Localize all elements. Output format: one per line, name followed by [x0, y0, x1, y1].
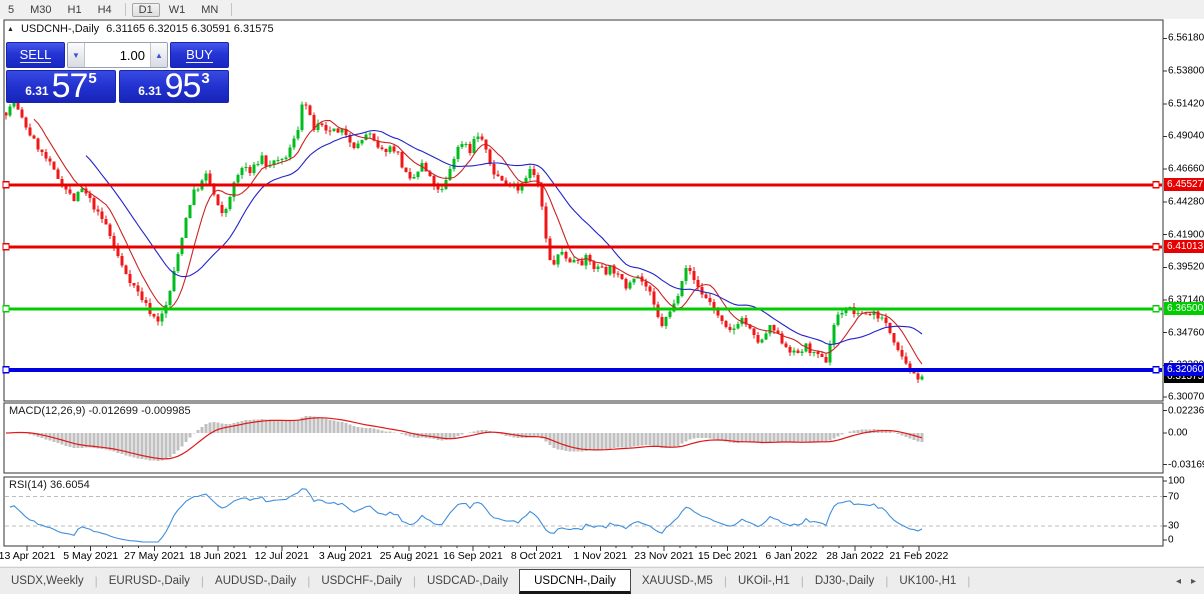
date-tick-label: 16 Sep 2021	[443, 550, 503, 562]
ask-price-box[interactable]: 6.31 95 3	[119, 67, 229, 105]
price-line-badge: 6.32060	[1164, 363, 1204, 377]
bid-price-prefix: 6.31	[25, 84, 49, 98]
price-tick-label: 6.49040	[1168, 130, 1204, 142]
date-tick-label: 25 Aug 2021	[379, 550, 439, 562]
tab-usdx-weekly[interactable]: USDX,Weekly	[0, 568, 95, 594]
date-tick-label: 13 Apr 2021	[0, 550, 56, 562]
timeframe-d1[interactable]: D1	[131, 2, 160, 17]
tab-uk100-h1[interactable]: UK100-,H1	[888, 568, 967, 594]
price-tick-label: 6.41900	[1168, 229, 1204, 241]
date-tick-label: 23 Nov 2021	[634, 550, 694, 562]
tabs-scroll-left-icon[interactable]: ◂	[1176, 576, 1181, 587]
price-tick-label: 6.30070	[1168, 391, 1204, 403]
price-tick-label: 6.56180	[1168, 32, 1204, 44]
tab-xauusd-m5[interactable]: XAUUSD-,M5	[631, 568, 724, 594]
tab-audusd-daily[interactable]: AUDUSD-,Daily	[204, 568, 307, 594]
tab-ukoil-h1[interactable]: UKOil-,H1	[727, 568, 801, 594]
price-line-badge: 6.36500	[1164, 302, 1204, 316]
price-tick-label: 6.44280	[1168, 196, 1204, 208]
rsi-tick-label: 100	[1168, 475, 1185, 487]
price-line-badge: 6.41013	[1164, 240, 1204, 254]
bid-price-box[interactable]: 6.31 57 5	[6, 67, 116, 105]
price-line-badge: 6.45527	[1164, 178, 1204, 192]
timeframe-w1[interactable]: W1	[162, 3, 193, 17]
ask-price-main: 95	[164, 67, 202, 105]
tab-navigation: ◂ ▸	[1176, 568, 1204, 594]
price-tick-label: 6.34760	[1168, 327, 1204, 339]
tab-eurusd-daily[interactable]: EURUSD-,Daily	[98, 568, 201, 594]
date-tick-label: 8 Oct 2021	[510, 550, 563, 562]
collapse-trade-panel-icon[interactable]: ▲	[7, 26, 14, 33]
symbol-tab-bar: USDX,Weekly | EURUSD-,Daily | AUDUSD-,Daily |…	[0, 567, 1204, 594]
date-tick-label: 15 Dec 2021	[697, 550, 758, 562]
rsi-tick-label: 30	[1168, 520, 1180, 532]
timeframe-h4[interactable]: H4	[91, 3, 119, 17]
rsi-pane[interactable]	[3, 476, 1164, 547]
macd-tick-label: -0.03169	[1168, 459, 1204, 471]
tab-separator: |	[967, 574, 971, 588]
date-tick-label: 18 Jun 2021	[189, 550, 247, 562]
timeframe-toolbar[interactable]: 5 M30 H1 H4 D1 W1 MN	[0, 0, 1204, 20]
price-tick-label: 6.51420	[1168, 98, 1204, 110]
date-tick-label: 5 May 2021	[63, 550, 119, 562]
sell-button[interactable]: SELL	[6, 42, 65, 68]
price-tick-label: 6.39520	[1168, 261, 1204, 273]
macd-tick-label: 0.02236	[1168, 405, 1204, 417]
volume-increase-icon[interactable]: ▲	[150, 43, 167, 67]
timeframe-5[interactable]: 5	[1, 3, 21, 17]
toolbar-separator	[124, 3, 126, 16]
one-click-trade-panel: SELL ▼ 1.00 ▲ BUY 6.31 57 5 6.31 95 3	[6, 42, 229, 103]
date-tick-label: 3 Aug 2021	[318, 550, 373, 562]
timeframe-mn[interactable]: MN	[194, 3, 225, 17]
tab-usdcad-daily[interactable]: USDCAD-,Daily	[416, 568, 519, 594]
ask-price-pip: 3	[201, 70, 210, 87]
tab-usdcnh-daily[interactable]: USDCNH-,Daily	[519, 569, 631, 594]
macd-indicator-label: MACD(12,26,9) -0.012699 -0.009985	[9, 405, 191, 417]
chart-ohlc-values: 6.31165 6.32015 6.30591 6.31575	[106, 23, 274, 35]
volume-stepper[interactable]: ▼ 1.00 ▲	[67, 42, 168, 68]
volume-input[interactable]: 1.00	[85, 43, 150, 67]
date-tick-label: 1 Nov 2021	[573, 550, 628, 562]
ask-price-prefix: 6.31	[138, 84, 162, 98]
timeframe-h1[interactable]: H1	[61, 3, 89, 17]
date-tick-label: 12 Jul 2021	[254, 550, 309, 562]
volume-decrease-icon[interactable]: ▼	[68, 43, 85, 67]
timeframe-m30[interactable]: M30	[23, 3, 58, 17]
date-tick-label: 27 May 2021	[124, 550, 185, 562]
date-tick-label: 21 Feb 2022	[889, 550, 949, 562]
macd-tick-label: 0.00	[1168, 427, 1188, 439]
rsi-indicator-label: RSI(14) 36.6054	[9, 479, 90, 491]
chart-symbol-period: USDCNH-,Daily	[20, 23, 100, 35]
buy-button[interactable]: BUY	[170, 42, 229, 68]
rsi-tick-label: 0	[1168, 534, 1174, 546]
tab-usdchf-daily[interactable]: USDCHF-,Daily	[310, 568, 413, 594]
tabs-scroll-right-icon[interactable]: ▸	[1191, 576, 1196, 587]
date-tick-label: 28 Jan 2022	[826, 550, 884, 562]
date-tick-label: 6 Jan 2022	[765, 550, 818, 562]
rsi-tick-label: 70	[1168, 491, 1180, 503]
price-tick-label: 6.53800	[1168, 65, 1204, 77]
bid-price-main: 57	[51, 67, 89, 105]
price-tick-label: 6.46660	[1168, 163, 1204, 175]
chart-header: ▲ USDCNH-,Daily 6.31165 6.32015 6.30591 …	[7, 23, 274, 35]
bid-price-pip: 5	[88, 70, 97, 87]
tab-dj30-daily[interactable]: DJ30-,Daily	[804, 568, 885, 594]
toolbar-separator	[231, 3, 233, 16]
chart-window[interactable]: ▲ USDCNH-,Daily 6.31165 6.32015 6.30591 …	[0, 19, 1204, 566]
